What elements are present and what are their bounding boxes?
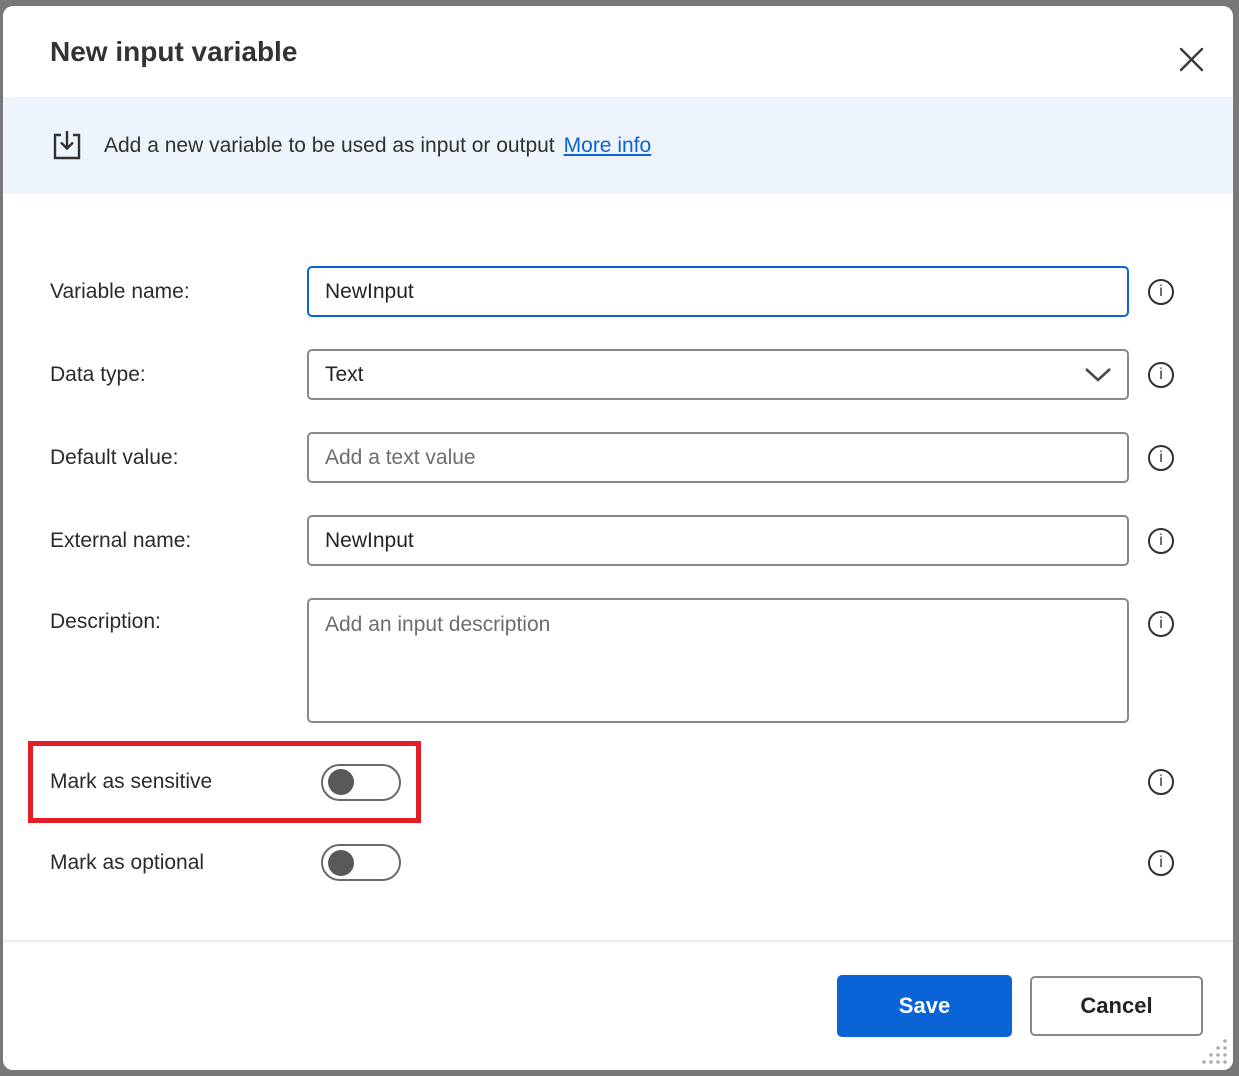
data-type-select[interactable]: Text: [307, 349, 1129, 400]
description-info-icon[interactable]: i: [1148, 611, 1174, 637]
external-name-row: External name: i: [3, 515, 1233, 566]
mark-as-sensitive-toggle[interactable]: [321, 763, 401, 801]
default-value-row: Default value: i: [3, 432, 1233, 483]
default-value-info-icon[interactable]: i: [1148, 444, 1174, 471]
description-textarea[interactable]: [307, 598, 1129, 723]
dialog-title: New input variable: [50, 35, 298, 67]
chevron-down-icon: [1085, 367, 1111, 382]
banner-message: Add a new variable to be used as input o…: [104, 133, 555, 157]
mark-as-sensitive-info-icon[interactable]: i: [1148, 769, 1174, 795]
variable-name-label: Variable name:: [50, 279, 190, 303]
external-name-input[interactable]: [307, 515, 1129, 566]
description-label: Description:: [50, 610, 161, 633]
description-row: Description: i: [3, 598, 1233, 723]
external-name-info-icon[interactable]: i: [1148, 527, 1174, 554]
data-type-selected-value: Text: [325, 362, 364, 386]
variable-name-input[interactable]: [307, 266, 1129, 317]
toggle-knob: [328, 769, 354, 795]
new-input-variable-dialog: New input variable Add a new variable to…: [3, 6, 1233, 1070]
save-button[interactable]: Save: [837, 975, 1012, 1037]
data-type-label: Data type:: [50, 362, 146, 386]
mark-as-sensitive-label: Mark as sensitive: [50, 770, 213, 793]
more-info-link[interactable]: More info: [564, 134, 652, 158]
default-value-input[interactable]: [307, 432, 1129, 483]
mark-as-optional-row: Mark as optional i: [3, 844, 1233, 881]
mark-as-sensitive-row: Mark as sensitive i: [3, 741, 1233, 823]
info-banner: Add a new variable to be used as input o…: [3, 97, 1233, 194]
external-name-label: External name:: [50, 528, 192, 552]
variable-name-info-icon[interactable]: i: [1148, 278, 1174, 305]
data-type-row: Data type: Text i: [3, 349, 1233, 400]
dialog-form: Variable name: i Data type: Text i Defau…: [3, 194, 1233, 940]
mark-as-optional-info-icon[interactable]: i: [1148, 849, 1174, 876]
mark-as-optional-toggle[interactable]: [321, 844, 401, 881]
close-button[interactable]: [1176, 44, 1206, 74]
input-variable-icon: [53, 130, 81, 159]
highlight-annotation: Mark as sensitive: [28, 741, 421, 823]
close-icon: [1179, 47, 1203, 71]
resize-grip[interactable]: [1200, 1037, 1228, 1065]
dialog-footer: Save Cancel: [3, 940, 1233, 1070]
mark-as-optional-label: Mark as optional: [50, 850, 205, 874]
dialog-header: New input variable: [3, 6, 1233, 97]
toggle-knob: [328, 849, 354, 876]
variable-name-row: Variable name: i: [3, 266, 1233, 317]
default-value-label: Default value:: [50, 445, 179, 469]
data-type-info-icon[interactable]: i: [1148, 361, 1174, 388]
cancel-button[interactable]: Cancel: [1030, 976, 1203, 1036]
